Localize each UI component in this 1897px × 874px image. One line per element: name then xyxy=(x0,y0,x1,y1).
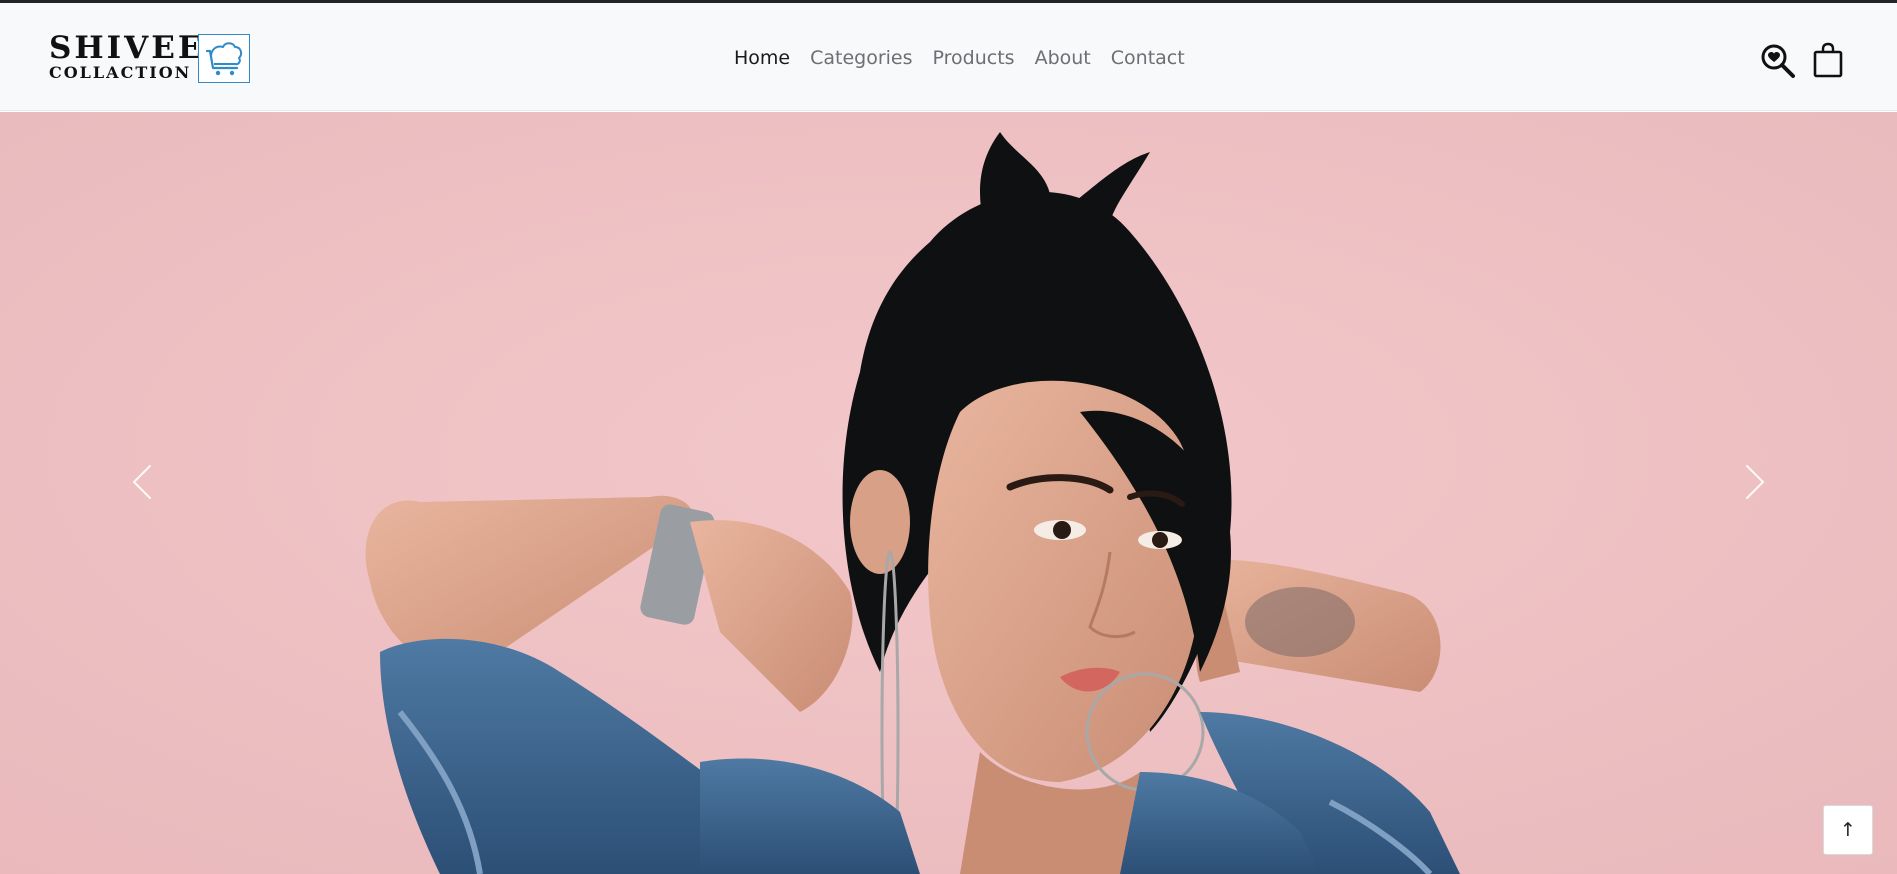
nav-contact[interactable]: Contact xyxy=(1111,47,1185,69)
hero-image xyxy=(0,112,1897,874)
shopping-cart-icon xyxy=(198,34,250,83)
chevron-left-icon[interactable] xyxy=(130,462,154,502)
nav-categories[interactable]: Categories xyxy=(810,47,912,69)
main-nav: Home Categories Products About Contact xyxy=(734,47,1185,69)
nav-products[interactable]: Products xyxy=(933,47,1015,69)
brand-subtitle: COLLACTION xyxy=(49,63,192,82)
nav-home[interactable]: Home xyxy=(734,47,790,69)
hero-carousel xyxy=(0,112,1897,874)
brand-logo[interactable]: SHIVEE COLLACTION xyxy=(49,33,253,85)
nav-about[interactable]: About xyxy=(1035,47,1091,69)
brand-name: SHIVEE xyxy=(49,30,205,66)
search-heart-icon[interactable] xyxy=(1760,43,1796,79)
back-to-top-button[interactable]: ↑ xyxy=(1823,805,1873,855)
navbar: SHIVEE COLLACTION Home Categories Produc… xyxy=(0,3,1897,111)
brand-wordmark: SHIVEE COLLACTION xyxy=(49,33,205,81)
shopping-bag-icon[interactable] xyxy=(1813,42,1843,78)
chevron-right-icon[interactable] xyxy=(1743,462,1767,502)
